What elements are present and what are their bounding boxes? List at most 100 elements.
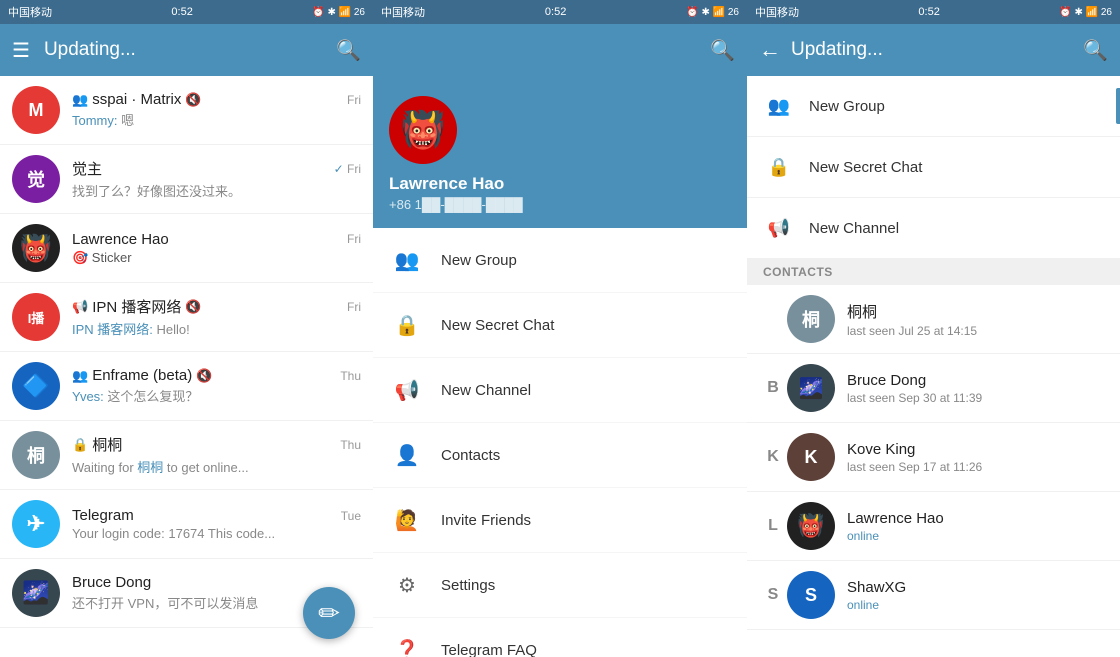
contact-avatar-kove: K xyxy=(787,433,835,481)
contact-info-kove: Kove King last seen Sep 17 at 11:26 xyxy=(847,441,1108,474)
avatar-telegram: ✈ xyxy=(12,500,60,548)
app-bar-3: ← Updating... 🔍 xyxy=(747,24,1120,76)
chat-time-sspai: Fri xyxy=(347,93,361,107)
time-2: 0:52 xyxy=(545,6,566,18)
rm-new-group-label: New Group xyxy=(809,98,885,115)
drawer-avatar: 👹 xyxy=(389,96,457,164)
group-icon-ipn: 📢 xyxy=(72,299,88,315)
chat-list: M 👥 sspai · Matrix 🔇 Fri Tommy: 嗯 觉 xyxy=(0,76,373,657)
contact-letter-shawxg: S xyxy=(759,586,787,604)
drawer-item-contacts[interactable]: 👤 Contacts xyxy=(373,423,747,488)
chat-item-ipn[interactable]: I播 📢 IPN 播客网络 🔇 Fri IPN 播客网络: Hello! xyxy=(0,283,373,352)
avatar-sspai: M xyxy=(12,86,60,134)
drawer-label-new-channel: New Channel xyxy=(441,382,531,399)
rm-new-secret-icon: 🔒 xyxy=(763,151,795,183)
chat-preview-lawrence: 🎯 Sticker xyxy=(72,250,361,266)
panel-chat-list: 中国移动 0:52 ⏰ ✱ 📶 26 ☰ Updating... 🔍 M 👥 s… xyxy=(0,0,373,657)
chat-item-sspai[interactable]: M 👥 sspai · Matrix 🔇 Fri Tommy: 嗯 xyxy=(0,76,373,145)
right-menu-new-channel[interactable]: 📢 New Channel xyxy=(747,198,1120,259)
chat-content-tongtong: 🔒 桐桐 Thu Waiting for 桐桐 to get online... xyxy=(72,434,361,476)
chat-item-juezhu[interactable]: 觉 觉主 ✓ Fri 找到了么？好像图还没过来。 xyxy=(0,145,373,214)
contact-letter-kove: K xyxy=(759,448,787,466)
drawer-label-invite: Invite Friends xyxy=(441,512,531,529)
search-icon-3[interactable]: 🔍 xyxy=(1083,38,1108,63)
chat-name-juezhu: 觉主 xyxy=(72,158,102,179)
chat-name-bruce: Bruce Dong xyxy=(72,574,151,591)
rm-new-group-icon: 👥 xyxy=(763,90,795,122)
drawer-menu: 👥 New Group 🔒 New Secret Chat 📢 New Chan… xyxy=(373,228,747,657)
chat-item-telegram[interactable]: ✈ Telegram Tue Your login code: 17674 Th… xyxy=(0,490,373,559)
contact-name-kove: Kove King xyxy=(847,441,1108,458)
status-icons-3: ⏰ ✱ 📶 26 xyxy=(1059,7,1112,18)
chat-preview-sspai: Tommy: 嗯 xyxy=(72,110,361,129)
carrier-3: 中国移动 xyxy=(755,4,799,20)
contact-item-kove[interactable]: K K Kove King last seen Sep 17 at 11:26 xyxy=(747,423,1120,492)
drawer-label-new-group: New Group xyxy=(441,252,517,269)
contact-item-bruce[interactable]: B 🌌 Bruce Dong last seen Sep 30 at 11:39 xyxy=(747,354,1120,423)
chat-time-enframe: Thu xyxy=(340,369,361,383)
carrier-2: 中国移动 xyxy=(381,4,425,20)
compose-icon: ✏ xyxy=(318,598,340,629)
avatar-juezhu: 觉 xyxy=(12,155,60,203)
drawer-label-settings: Settings xyxy=(441,577,495,594)
avatar-enframe: 🔷 xyxy=(12,362,60,410)
drawer-item-invite[interactable]: 🙋 Invite Friends xyxy=(373,488,747,553)
contact-item-lawrence[interactable]: L 👹 Lawrence Hao online xyxy=(747,492,1120,561)
rm-new-channel-icon: 📢 xyxy=(763,212,795,244)
rm-new-channel-label: New Channel xyxy=(809,220,899,237)
chat-preview-ipn: IPN 播客网络: Hello! xyxy=(72,319,361,338)
back-icon[interactable]: ← xyxy=(759,37,781,63)
contact-name-lawrence: Lawrence Hao xyxy=(847,510,1108,527)
chat-preview-enframe: Yves: 这个怎么复现？ xyxy=(72,386,361,405)
new-group-icon: 👥 xyxy=(389,242,425,278)
chat-item-enframe[interactable]: 🔷 👥 Enframe (beta) 🔇 Thu Yves: 这个怎么复现？ xyxy=(0,352,373,421)
drawer-item-faq[interactable]: ❓ Telegram FAQ xyxy=(373,618,747,657)
panel-drawer: 中国移动 0:52 ⏰ ✱ 📶 26 🔍 👹 Lawrence Hao +86 … xyxy=(373,0,747,657)
drawer-item-new-secret-chat[interactable]: 🔒 New Secret Chat xyxy=(373,293,747,358)
contact-item-shawxg[interactable]: S S ShawXG online xyxy=(747,561,1120,630)
status-icons-2: ⏰ ✱ 📶 26 xyxy=(686,7,739,18)
contact-info-shawxg: ShawXG online xyxy=(847,579,1108,612)
contact-avatar-bruce: 🌌 xyxy=(787,364,835,412)
check-icon-juezhu: ✓ xyxy=(334,162,344,176)
chat-name-sspai: sspai · Matrix xyxy=(92,91,181,108)
chat-item-lawrence[interactable]: 👹 Lawrence Hao Fri 🎯 Sticker xyxy=(0,214,373,283)
contact-avatar-shawxg: S xyxy=(787,571,835,619)
settings-icon: ⚙ xyxy=(389,567,425,603)
drawer-item-settings[interactable]: ⚙ Settings xyxy=(373,553,747,618)
hamburger-icon[interactable]: ☰ xyxy=(12,38,30,63)
compose-fab[interactable]: ✏ xyxy=(303,587,355,639)
avatar-ipn: I播 xyxy=(12,293,60,341)
carrier-1: 中国移动 xyxy=(8,4,52,20)
new-channel-icon: 📢 xyxy=(389,372,425,408)
chat-name-lawrence: Lawrence Hao xyxy=(72,231,169,248)
contact-name-shawxg: ShawXG xyxy=(847,579,1108,596)
chat-preview-telegram: Your login code: 17674 This code... xyxy=(72,526,361,541)
app-title-1: Updating... xyxy=(44,39,336,61)
drawer-label-new-secret: New Secret Chat xyxy=(441,317,554,334)
time-3: 0:52 xyxy=(918,6,939,18)
right-menu-new-group[interactable]: 👥 New Group xyxy=(747,76,1120,137)
contact-status-kove: last seen Sep 17 at 11:26 xyxy=(847,460,1108,474)
status-bar-3: 中国移动 0:52 ⏰ ✱ 📶 26 xyxy=(747,0,1120,24)
chat-name-enframe: Enframe (beta) xyxy=(92,367,192,384)
contact-status-lawrence: online xyxy=(847,529,1108,543)
time-1: 0:52 xyxy=(171,6,192,18)
app-title-3: Updating... xyxy=(791,39,1083,61)
mute-icon-ipn: 🔇 xyxy=(185,299,201,315)
right-menu-new-secret[interactable]: 🔒 New Secret Chat xyxy=(747,137,1120,198)
chat-time-juezhu: ✓ Fri xyxy=(334,162,361,176)
contact-avatar-lawrence: 👹 xyxy=(787,502,835,550)
search-icon-1[interactable]: 🔍 xyxy=(336,38,361,63)
search-icon-2[interactable]: 🔍 xyxy=(710,38,735,63)
drawer-item-new-group[interactable]: 👥 New Group xyxy=(373,228,747,293)
drawer-item-new-channel[interactable]: 📢 New Channel xyxy=(373,358,747,423)
contact-item-tongtong[interactable]: 桐 桐桐 last seen Jul 25 at 14:15 xyxy=(747,285,1120,354)
active-indicator xyxy=(1116,88,1120,124)
mute-icon-sspai: 🔇 xyxy=(185,92,201,108)
chat-item-tongtong[interactable]: 桐 🔒 桐桐 Thu Waiting for 桐桐 to get online.… xyxy=(0,421,373,490)
group-icon-sspai: 👥 xyxy=(72,92,88,108)
contact-name-tongtong: 桐桐 xyxy=(847,301,1108,322)
chat-content-juezhu: 觉主 ✓ Fri 找到了么？好像图还没过来。 xyxy=(72,158,361,200)
rm-new-secret-label: New Secret Chat xyxy=(809,159,922,176)
